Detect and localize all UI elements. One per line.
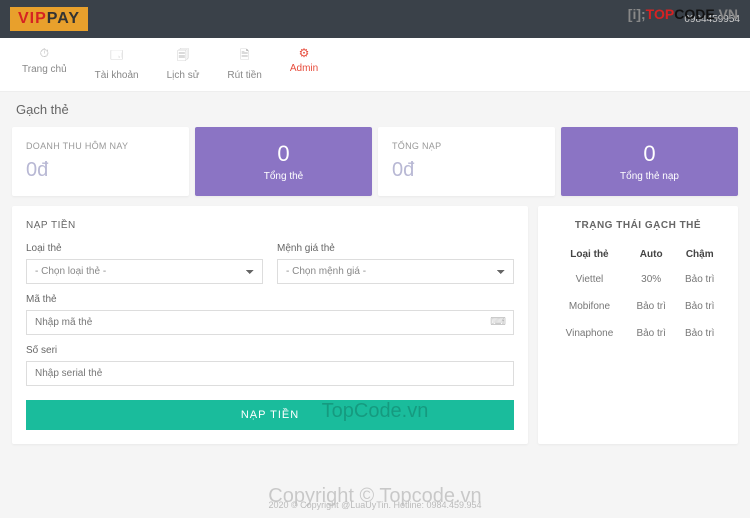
card-type-label: Loại thẻ: [26, 243, 263, 254]
serial-input[interactable]: [26, 361, 514, 386]
nav-home[interactable]: ⏱Trang chủ: [8, 38, 81, 91]
logo-pay: PAY: [47, 10, 80, 27]
nav-withdraw[interactable]: 🗎Rút tiền: [213, 38, 275, 91]
clock-icon: ⏱: [22, 46, 67, 61]
col-auto: Auto: [627, 243, 676, 266]
serial-label: Số seri: [26, 345, 514, 356]
stat-value: 0: [209, 141, 358, 167]
stat-revenue: DOANH THU HÔM NAY 0đ: [12, 127, 189, 196]
col-slow: Chậm: [675, 243, 724, 266]
denomination-label: Mệnh giá thẻ: [277, 243, 514, 254]
denomination-select[interactable]: - Chọn mệnh giá -: [277, 259, 514, 284]
card-code-label: Mã thẻ: [26, 294, 514, 305]
panel-title: TRẠNG THÁI GẠCH THẺ: [552, 220, 724, 231]
stat-total-deposit: TỔNG NẠP 0đ: [378, 127, 555, 196]
footer: 2020 © Copyright @LuaUyTin. Hotline: 098…: [0, 500, 750, 510]
status-panel: TRẠNG THÁI GẠCH THẺ Loại thẻ Auto Chậm V…: [538, 206, 738, 444]
stats-row: DOANH THU HÔM NAY 0đ 0 Tổng thẻ TỔNG NẠP…: [0, 127, 750, 206]
stat-value: 0đ: [26, 159, 175, 182]
keypad-icon: ⌨: [490, 315, 506, 328]
logo: VIPPAY: [10, 7, 88, 31]
table-row: MobifoneBảo trìBảo trì: [552, 293, 724, 320]
stat-total-cards: 0 Tổng thẻ: [195, 127, 372, 196]
submit-button[interactable]: NẠP TIỀN: [26, 400, 514, 430]
logo-vip: VIP: [18, 10, 47, 27]
stat-value: 0: [575, 141, 724, 167]
list-icon: 🗐: [167, 46, 200, 67]
nav-account[interactable]: 🗔Tài khoản: [81, 38, 153, 91]
stat-total-cards-deposit: 0 Tổng thẻ nạp: [561, 127, 738, 196]
main-nav: ⏱Trang chủ 🗔Tài khoản 🗐Lịch sử 🗎Rút tiền…: [0, 38, 750, 92]
stat-label: TỔNG NẠP: [392, 141, 541, 151]
table-row: VinaphoneBảo trìBảo trì: [552, 320, 724, 347]
col-card-type: Loại thẻ: [552, 243, 627, 266]
window-icon: 🗔: [95, 46, 139, 67]
stat-label: Tổng thẻ: [209, 171, 358, 182]
nav-admin[interactable]: ⚙Admin: [276, 38, 332, 91]
card-code-input[interactable]: [26, 310, 514, 335]
deposit-panel: NẠP TIỀN Loại thẻ - Chọn loại thẻ - Mệnh…: [12, 206, 528, 444]
table-row: Viettel30%Bảo trì: [552, 266, 724, 293]
stat-label: DOANH THU HÔM NAY: [26, 141, 175, 151]
stat-value: 0đ: [392, 159, 541, 182]
nav-history[interactable]: 🗐Lịch sử: [153, 38, 214, 91]
card-type-select[interactable]: - Chọn loại thẻ -: [26, 259, 263, 284]
panel-title: NẠP TIỀN: [26, 220, 514, 231]
body-row: NẠP TIỀN Loại thẻ - Chọn loại thẻ - Mệnh…: [0, 206, 750, 444]
file-icon: 🗎: [227, 46, 261, 67]
stat-label: Tổng thẻ nạp: [575, 171, 724, 182]
status-table: Loại thẻ Auto Chậm Viettel30%Bảo trì Mob…: [552, 243, 724, 347]
watermark-brand: [i];TOPCODE.VN: [628, 6, 738, 22]
gear-icon: ⚙: [290, 46, 318, 60]
page-title: Gạch thẻ: [0, 92, 750, 127]
